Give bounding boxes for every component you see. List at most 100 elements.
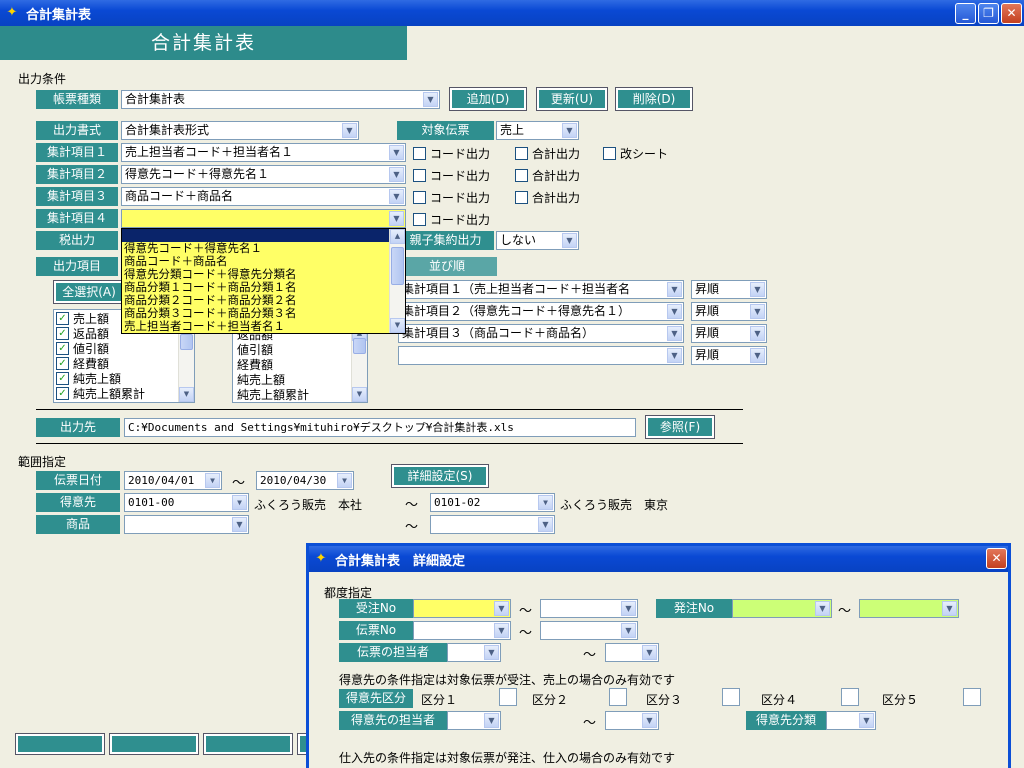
chevron-down-icon[interactable]: ▼: [538, 517, 553, 532]
agg1-total-output[interactable]: 合計出力: [515, 145, 580, 162]
detail-settings-button[interactable]: 詳細設定(S): [391, 464, 489, 488]
agg3-select[interactable]: 商品コード＋商品名 ▼: [121, 187, 406, 206]
class5-input[interactable]: [963, 688, 981, 706]
chevron-down-icon[interactable]: ▼: [389, 145, 404, 160]
chevron-down-icon[interactable]: ▼: [667, 348, 682, 363]
list-item[interactable]: ✓ 値引額: [56, 341, 194, 356]
agg3-code-output[interactable]: コード出力: [413, 189, 490, 206]
list-item[interactable]: ✓ 純売上額累計: [56, 386, 194, 401]
chevron-down-icon[interactable]: ▼: [621, 623, 636, 638]
scroll-up-icon[interactable]: ▲: [390, 229, 405, 244]
slip-no-from-select[interactable]: ▼: [413, 621, 511, 640]
add-button[interactable]: 追加(D): [449, 87, 527, 111]
chevron-down-icon[interactable]: ▼: [815, 601, 830, 616]
chevron-down-icon[interactable]: ▼: [667, 326, 682, 341]
function-button-3[interactable]: [203, 733, 293, 755]
chevron-down-icon[interactable]: ▼: [750, 348, 765, 363]
sort-order-select[interactable]: 昇順 ▼: [691, 302, 767, 321]
chevron-down-icon[interactable]: ▼: [389, 211, 404, 226]
sort-item-select[interactable]: 集計項目３（商品コード＋商品名） ▼: [398, 324, 684, 343]
chevron-down-icon[interactable]: ▼: [494, 623, 509, 638]
class4-input[interactable]: [841, 688, 859, 706]
chevron-down-icon[interactable]: ▼: [621, 601, 636, 616]
sort-order-select[interactable]: 昇順 ▼: [691, 280, 767, 299]
checkbox-icon[interactable]: [515, 147, 528, 160]
checkbox-icon[interactable]: ✓: [56, 372, 69, 385]
update-button[interactable]: 更新(U): [536, 87, 608, 111]
chevron-down-icon[interactable]: ▼: [484, 645, 499, 660]
chevron-down-icon[interactable]: ▼: [562, 233, 577, 248]
list-item[interactable]: ✓ 純売上額: [56, 371, 194, 386]
agg2-code-output[interactable]: コード出力: [413, 167, 490, 184]
list-item[interactable]: 経費額: [237, 358, 367, 373]
slip-date-to-select[interactable]: 2010/04/30 ▼: [256, 471, 354, 490]
minimize-button[interactable]: _: [955, 3, 976, 24]
purchase-no-from-select[interactable]: ▼: [732, 599, 832, 618]
order-no-from-select[interactable]: ▼: [413, 599, 511, 618]
scroll-down-icon[interactable]: ▼: [390, 318, 405, 333]
chevron-down-icon[interactable]: ▼: [232, 495, 247, 510]
chevron-down-icon[interactable]: ▼: [750, 282, 765, 297]
chevron-down-icon[interactable]: ▼: [562, 123, 577, 138]
list-item[interactable]: ✓ 経費額: [56, 356, 194, 371]
slip-date-from-select[interactable]: 2010/04/01 ▼: [124, 471, 222, 490]
list-item[interactable]: 純売上額: [237, 373, 367, 388]
customer-from-select[interactable]: 0101-00 ▼: [124, 493, 249, 512]
order-no-to-select[interactable]: ▼: [540, 599, 638, 618]
chevron-down-icon[interactable]: ▼: [423, 92, 438, 107]
customer-person-to-select[interactable]: ▼: [605, 711, 659, 730]
list-item[interactable]: 純売上額累計: [237, 388, 367, 402]
chevron-down-icon[interactable]: ▼: [232, 517, 247, 532]
scroll-thumb[interactable]: [180, 334, 193, 350]
list-item[interactable]: 値引額: [237, 343, 367, 358]
checkbox-icon[interactable]: ✓: [56, 342, 69, 355]
checkbox-icon[interactable]: ✓: [56, 387, 69, 400]
agg4-dropdown-list[interactable]: 得意先コード＋得意先名１ 商品コード＋商品名 得意先分類コード＋得意先分類名 商品分類…: [121, 228, 406, 334]
checkbox-icon[interactable]: [515, 169, 528, 182]
parent-child-select[interactable]: しない ▼: [496, 231, 579, 250]
target-slip-select[interactable]: 売上 ▼: [496, 121, 579, 140]
chevron-down-icon[interactable]: ▼: [342, 123, 357, 138]
checkbox-icon[interactable]: [603, 147, 616, 160]
agg4-select[interactable]: ▼: [121, 209, 406, 228]
chevron-down-icon[interactable]: ▼: [337, 473, 352, 488]
chevron-down-icon[interactable]: ▼: [389, 167, 404, 182]
chevron-down-icon[interactable]: ▼: [750, 326, 765, 341]
chevron-down-icon[interactable]: ▼: [494, 601, 509, 616]
select-all-button[interactable]: 全選択(A): [53, 280, 125, 304]
product-from-select[interactable]: ▼: [124, 515, 249, 534]
slip-person-from-select[interactable]: ▼: [447, 643, 501, 662]
checkbox-icon[interactable]: ✓: [56, 357, 69, 370]
chevron-down-icon[interactable]: ▼: [642, 713, 657, 728]
customer-person-from-select[interactable]: ▼: [447, 711, 501, 730]
sort-item-select[interactable]: ▼: [398, 346, 684, 365]
checkbox-icon[interactable]: ✓: [56, 327, 69, 340]
selected-items-list[interactable]: 返品額値引額経費額純売上額純売上額累計 ▲ ▼: [232, 325, 368, 403]
function-button-1[interactable]: [15, 733, 105, 755]
chevron-down-icon[interactable]: ▼: [667, 304, 682, 319]
agg1-select[interactable]: 売上担当者コード＋担当者名１ ▼: [121, 143, 406, 162]
agg1-code-output[interactable]: コード出力: [413, 145, 490, 162]
class3-input[interactable]: [722, 688, 740, 706]
chevron-down-icon[interactable]: ▼: [389, 189, 404, 204]
chevron-down-icon[interactable]: ▼: [642, 645, 657, 660]
checkbox-icon[interactable]: [413, 213, 426, 226]
browse-button[interactable]: 参照(F): [645, 415, 715, 439]
scroll-down-icon[interactable]: ▼: [179, 387, 194, 402]
scroll-thumb[interactable]: [353, 338, 366, 354]
agg1-new-sheet[interactable]: 改シート: [603, 145, 668, 162]
slip-no-to-select[interactable]: ▼: [540, 621, 638, 640]
scroll-thumb[interactable]: [391, 247, 404, 285]
list-scrollbar[interactable]: ▲ ▼: [351, 326, 367, 402]
chevron-down-icon[interactable]: ▼: [484, 713, 499, 728]
checkbox-icon[interactable]: [413, 147, 426, 160]
chevron-down-icon[interactable]: ▼: [205, 473, 220, 488]
dropdown-option[interactable]: 売上担当者コード＋担当者名１: [122, 320, 405, 333]
chevron-down-icon[interactable]: ▼: [750, 304, 765, 319]
dialog-close-button[interactable]: ✕: [986, 548, 1007, 569]
agg2-total-output[interactable]: 合計出力: [515, 167, 580, 184]
customer-to-select[interactable]: 0101-02 ▼: [430, 493, 555, 512]
checkbox-icon[interactable]: [515, 191, 528, 204]
customer-category-select[interactable]: ▼: [826, 711, 876, 730]
delete-button[interactable]: 削除(D): [615, 87, 693, 111]
